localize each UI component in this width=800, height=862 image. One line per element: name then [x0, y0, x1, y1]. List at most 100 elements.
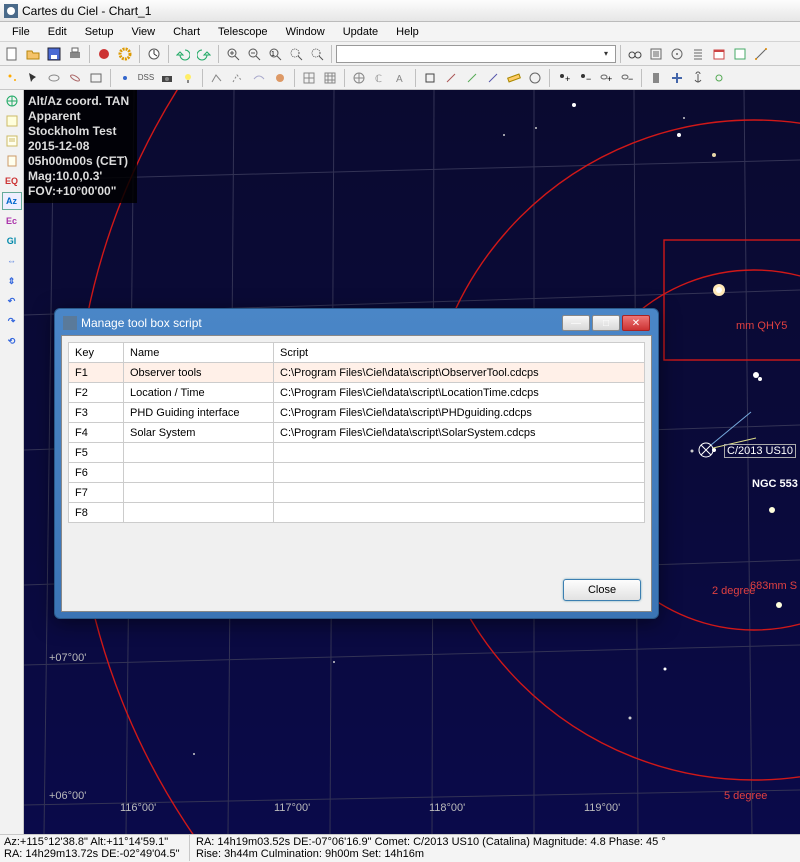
- calendar-icon[interactable]: [709, 44, 729, 64]
- close-window-button[interactable]: ✕: [622, 315, 650, 331]
- side-list-icon[interactable]: [2, 112, 22, 130]
- zoom-in-icon[interactable]: [223, 44, 243, 64]
- print-icon[interactable]: [65, 44, 85, 64]
- side-rotate-cw-icon[interactable]: ↷: [2, 312, 22, 330]
- table-row[interactable]: F3PHD Guiding interfaceC:\Program Files\…: [69, 403, 645, 423]
- svg-text:+: +: [607, 74, 612, 84]
- tool2-icon[interactable]: [441, 68, 461, 88]
- sky-chart[interactable]: Alt/Az coord. TAN Apparent Stockholm Tes…: [24, 90, 800, 834]
- stars-icon[interactable]: [2, 68, 22, 88]
- compass-icon[interactable]: [349, 68, 369, 88]
- menu-update[interactable]: Update: [335, 24, 386, 40]
- more-neb-icon[interactable]: +: [596, 68, 616, 88]
- tool1-icon[interactable]: [420, 68, 440, 88]
- dialog-icon: [63, 316, 77, 330]
- anchor-icon[interactable]: [688, 68, 708, 88]
- save-icon[interactable]: [44, 44, 64, 64]
- col-name[interactable]: Name: [124, 343, 274, 363]
- scale-5deg: 5 degree: [724, 790, 767, 802]
- col-key[interactable]: Key: [69, 343, 124, 363]
- tool3-icon[interactable]: [462, 68, 482, 88]
- scope-slew-icon[interactable]: [667, 68, 687, 88]
- planet-icon[interactable]: [270, 68, 290, 88]
- list-icon[interactable]: [688, 44, 708, 64]
- toolbar-1: 1 ▾: [0, 42, 800, 66]
- side-note-icon[interactable]: [2, 132, 22, 150]
- dialog-title-text: Manage tool box script: [81, 316, 560, 330]
- lat-06: +06°00': [49, 790, 86, 802]
- side-rotate-ccw-icon[interactable]: ↶: [2, 292, 22, 310]
- side-ec-button[interactable]: Ec: [2, 212, 22, 230]
- chart-label-icon[interactable]: A: [391, 68, 411, 88]
- scope-connect-icon[interactable]: [646, 68, 666, 88]
- clock-icon[interactable]: [144, 44, 164, 64]
- zoom-out-icon[interactable]: [244, 44, 264, 64]
- constellation-boundary-icon[interactable]: [228, 68, 248, 88]
- less-neb-icon[interactable]: −: [617, 68, 637, 88]
- settings-gear-icon[interactable]: [115, 44, 135, 64]
- dss-button[interactable]: DSS: [136, 68, 156, 88]
- open-icon[interactable]: [23, 44, 43, 64]
- more-stars-icon[interactable]: +: [554, 68, 574, 88]
- cursor-icon[interactable]: [23, 68, 43, 88]
- constellation-line-icon[interactable]: [207, 68, 227, 88]
- picture-icon[interactable]: [86, 68, 106, 88]
- menu-window[interactable]: Window: [278, 24, 333, 40]
- side-az-button[interactable]: Az: [2, 192, 22, 210]
- col-script[interactable]: Script: [274, 343, 645, 363]
- close-button[interactable]: Close: [563, 579, 641, 601]
- table-row[interactable]: F7: [69, 483, 645, 503]
- side-globe-icon[interactable]: [2, 92, 22, 110]
- table-row[interactable]: F6: [69, 463, 645, 483]
- side-eq-button[interactable]: EQ: [2, 172, 22, 190]
- table-row[interactable]: F4Solar SystemC:\Program Files\Ciel\data…: [69, 423, 645, 443]
- night-vision-icon[interactable]: [94, 44, 114, 64]
- undo-icon[interactable]: [173, 44, 193, 64]
- menu-view[interactable]: View: [123, 24, 163, 40]
- redo-icon[interactable]: [194, 44, 214, 64]
- bulb-icon[interactable]: [178, 68, 198, 88]
- link-icon[interactable]: [709, 68, 729, 88]
- nebula-icon[interactable]: [44, 68, 64, 88]
- menu-setup[interactable]: Setup: [77, 24, 122, 40]
- ruler-icon[interactable]: [504, 68, 524, 88]
- menu-chart[interactable]: Chart: [165, 24, 208, 40]
- maximize-button[interactable]: □: [592, 315, 620, 331]
- milkyway-icon[interactable]: [249, 68, 269, 88]
- table-row[interactable]: F1Observer toolsC:\Program Files\Ciel\da…: [69, 363, 645, 383]
- target-list-icon[interactable]: [646, 44, 666, 64]
- minimize-button[interactable]: —: [562, 315, 590, 331]
- menu-help[interactable]: Help: [388, 24, 427, 40]
- target-combo[interactable]: ▾: [336, 45, 616, 63]
- table-row[interactable]: F5: [69, 443, 645, 463]
- window-titlebar: Cartes du Ciel - Chart_1: [0, 0, 800, 22]
- eyepiece-icon[interactable]: [525, 68, 545, 88]
- ephemeris-icon[interactable]: [730, 44, 750, 64]
- zoom-box-icon[interactable]: [286, 44, 306, 64]
- const-names-icon[interactable]: ℂ: [370, 68, 390, 88]
- tool4-icon[interactable]: [483, 68, 503, 88]
- side-doc-icon[interactable]: [2, 152, 22, 170]
- grid-eq-icon[interactable]: [320, 68, 340, 88]
- menu-edit[interactable]: Edit: [40, 24, 75, 40]
- binoculars-icon[interactable]: [625, 44, 645, 64]
- less-stars-icon[interactable]: −: [575, 68, 595, 88]
- dot-blue-icon[interactable]: [115, 68, 135, 88]
- zoom-fit-icon[interactable]: 1: [265, 44, 285, 64]
- ngc-label: NGC 553: [752, 478, 798, 490]
- grid-icon[interactable]: [299, 68, 319, 88]
- menu-file[interactable]: File: [4, 24, 38, 40]
- side-arrows-v-icon[interactable]: ⇕: [2, 272, 22, 290]
- side-gl-button[interactable]: Gl: [2, 232, 22, 250]
- new-chart-icon[interactable]: [2, 44, 22, 64]
- side-arrows-h-icon[interactable]: ⇔: [2, 252, 22, 270]
- zoom-reset-icon[interactable]: [307, 44, 327, 64]
- side-rotate-reset-icon[interactable]: ⟲: [2, 332, 22, 350]
- table-row[interactable]: F8: [69, 503, 645, 523]
- camera-icon[interactable]: [157, 68, 177, 88]
- menu-telescope[interactable]: Telescope: [210, 24, 276, 40]
- distance-icon[interactable]: [751, 44, 771, 64]
- table-row[interactable]: F2Location / TimeC:\Program Files\Ciel\d…: [69, 383, 645, 403]
- target-center-icon[interactable]: [667, 44, 687, 64]
- galaxy-icon[interactable]: [65, 68, 85, 88]
